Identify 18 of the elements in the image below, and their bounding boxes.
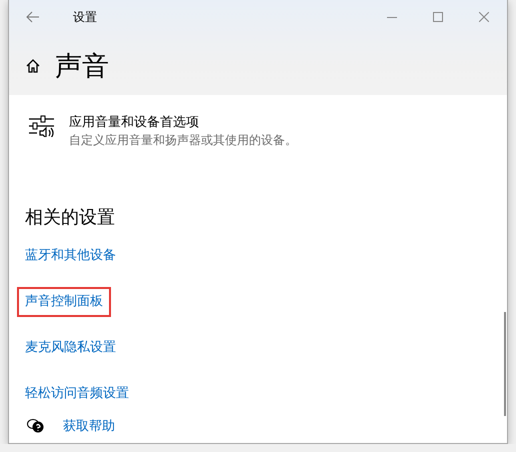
help-link[interactable]: 获取帮助 (63, 417, 115, 435)
settings-link[interactable]: 轻松访问音频设置 (25, 379, 129, 409)
maximize-icon (433, 12, 443, 22)
home-icon[interactable] (25, 58, 41, 74)
minimize-icon (387, 16, 397, 18)
sliders-speaker-icon[interactable] (29, 115, 55, 137)
option-title[interactable]: 应用音量和设备首选项 (69, 113, 297, 131)
back-arrow-icon (26, 11, 40, 23)
page-heading: 声音 (55, 50, 109, 84)
window-title: 设置 (73, 8, 98, 26)
section-heading: 相关的设置 (25, 206, 116, 229)
settings-link[interactable]: 蓝牙和其他设备 (25, 241, 116, 271)
scrollbar[interactable] (504, 312, 506, 416)
settings-link[interactable]: 声音控制面板 (17, 287, 111, 317)
close-icon (479, 12, 489, 22)
option-description: 自定义应用音量和扬声器或其使用的设备。 (69, 132, 297, 149)
settings-link[interactable]: 麦克风隐私设置 (25, 333, 116, 363)
help-icon[interactable] (27, 418, 45, 434)
